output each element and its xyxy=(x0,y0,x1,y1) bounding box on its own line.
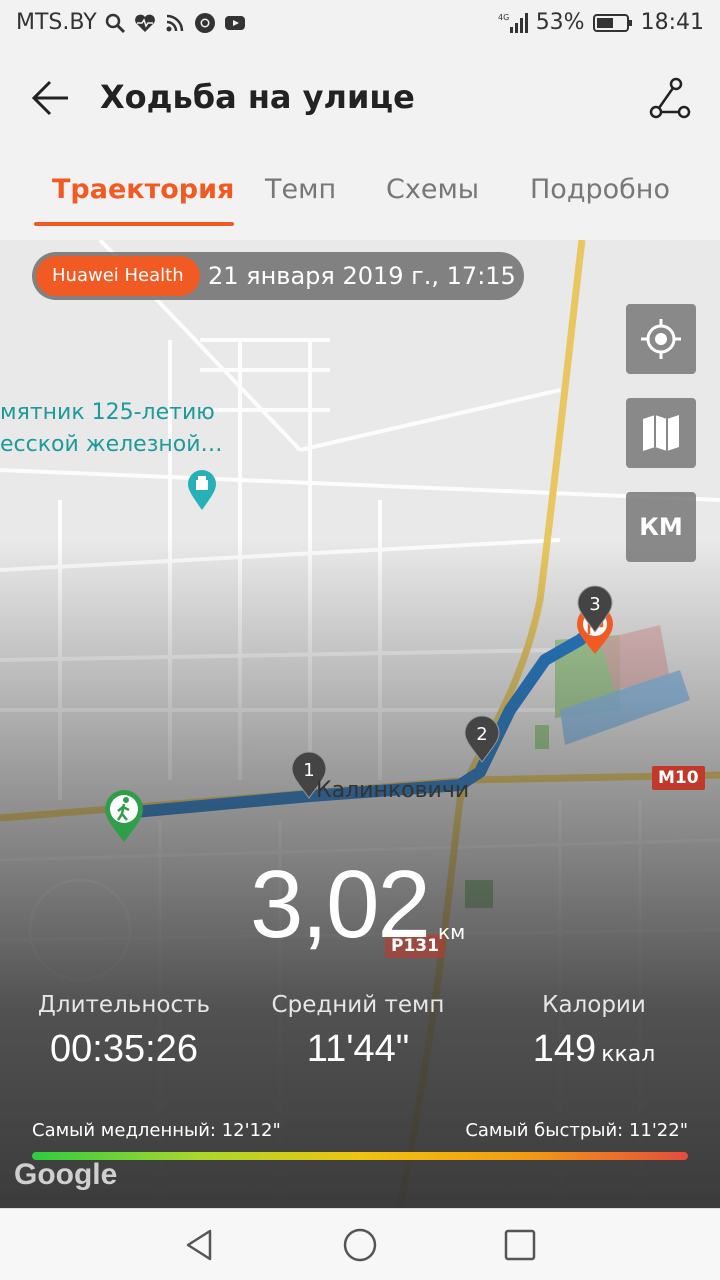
google-logo: Google xyxy=(14,1158,118,1191)
tab-bar: Траектория Темп Схемы Подробно xyxy=(0,160,720,230)
avg-pace-value: 11'44" xyxy=(306,1028,410,1070)
nav-home-icon[interactable] xyxy=(340,1225,380,1265)
km-marker-3[interactable]: 3 xyxy=(576,584,614,634)
km-marker-1-label: 1 xyxy=(303,760,314,781)
arrow-left-icon[interactable] xyxy=(28,76,72,120)
source-badge: Huawei Health xyxy=(36,256,200,296)
carrier-label: MTS.BY xyxy=(16,10,97,35)
distance-unit: км xyxy=(438,920,466,944)
status-bar: MTS.BY 4G 53% 18:41 xyxy=(0,0,720,50)
svg-text:4G: 4G xyxy=(498,13,509,22)
map-icon xyxy=(643,415,679,451)
active-tab-indicator xyxy=(34,222,234,226)
distance-value: 3,02 xyxy=(250,851,431,958)
units-button[interactable]: КМ xyxy=(626,492,696,562)
route-map[interactable]: мятник 125-летию есской железной… Huawei… xyxy=(0,240,720,1208)
calories-label: Калории xyxy=(542,992,646,1018)
system-nav-bar xyxy=(0,1208,720,1280)
km-marker-2[interactable]: 2 xyxy=(463,714,501,764)
duration-stat: Длительность 00:35:26 xyxy=(4,992,244,1071)
tab-details[interactable]: Подробно xyxy=(530,174,670,205)
youtube-icon xyxy=(224,15,245,30)
museum-pin-icon[interactable] xyxy=(186,468,218,512)
city-label: Калинковичи xyxy=(316,778,470,803)
share-route-icon[interactable] xyxy=(648,76,692,120)
locate-button[interactable] xyxy=(626,304,696,374)
search-icon xyxy=(105,13,125,33)
workout-date-pill: Huawei Health 21 января 2019 г., 17:15 xyxy=(32,252,524,300)
tab-pace[interactable]: Темп xyxy=(265,174,336,205)
start-walker-marker-icon[interactable] xyxy=(102,788,146,844)
map-type-button[interactable] xyxy=(626,398,696,468)
signal-icon: 4G xyxy=(498,12,528,33)
slowest-pace: Самый медленный: 12'12" xyxy=(32,1120,281,1141)
avg-pace-stat: Средний темп 11'44" xyxy=(238,992,478,1071)
pace-gradient-bar xyxy=(32,1152,688,1160)
heart-rate-icon xyxy=(134,14,155,32)
fastest-pace: Самый быстрый: 11'22" xyxy=(465,1120,688,1141)
duration-value: 00:35:26 xyxy=(50,1028,198,1070)
workout-date: 21 января 2019 г., 17:15 xyxy=(208,262,516,290)
crosshair-icon xyxy=(641,319,681,359)
battery-icon xyxy=(592,13,632,32)
clock: 18:41 xyxy=(640,10,704,35)
calories-stat: Калории 149 ккал xyxy=(474,992,714,1071)
rss-icon xyxy=(166,14,183,31)
km-marker-2-label: 2 xyxy=(476,724,487,745)
duration-label: Длительность xyxy=(37,992,211,1018)
units-label: КМ xyxy=(639,513,683,541)
avg-pace-label: Средний темп xyxy=(271,992,445,1018)
calories-unit: ккал xyxy=(601,1042,656,1067)
battery-percent: 53% xyxy=(535,10,585,35)
nav-back-icon[interactable] xyxy=(180,1225,220,1265)
km-marker-3-label: 3 xyxy=(589,594,600,615)
tab-trajectory[interactable]: Траектория xyxy=(52,174,234,205)
poi-label-line2: есской железной… xyxy=(0,432,223,457)
nav-recents-icon[interactable] xyxy=(500,1225,540,1265)
pace-range: Самый медленный: 12'12" Самый быстрый: 1… xyxy=(32,1120,688,1150)
app-header: Ходьба на улице xyxy=(0,50,720,146)
road-shield-m10: M10 xyxy=(652,766,705,790)
calories-value: 149 xyxy=(532,1028,597,1070)
tab-charts[interactable]: Схемы xyxy=(386,174,479,205)
page-title: Ходьба на улице xyxy=(100,78,415,116)
poi-label-line1: мятник 125-летию xyxy=(0,400,215,425)
chrome-icon xyxy=(194,12,215,33)
